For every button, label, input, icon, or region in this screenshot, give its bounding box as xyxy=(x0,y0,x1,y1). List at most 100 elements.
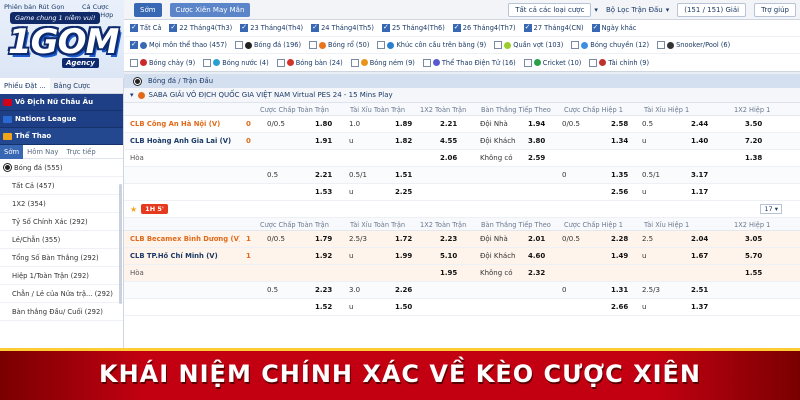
sidebar-item-total-goals[interactable]: Tổng Số Bàn Thắng (292) xyxy=(0,249,123,267)
odds-value[interactable]: 1.95 xyxy=(440,269,457,277)
bet-type-select[interactable]: Tất cả các loại cược ▾ xyxy=(504,2,602,17)
checkbox[interactable] xyxy=(523,58,532,67)
odds-value[interactable]: 1.35 xyxy=(611,171,628,179)
odds-value[interactable]: 5.70 xyxy=(745,252,762,260)
odds-value[interactable]: 1.49 xyxy=(611,252,628,260)
date-filter-7[interactable]: Ngày khác xyxy=(591,23,636,32)
sport-filter-1[interactable]: Bóng đá (196) xyxy=(234,41,301,49)
date-filter-1[interactable]: 22 Tháng4(Th3) xyxy=(169,23,232,32)
date-filter-0[interactable]: Tất Cả xyxy=(130,23,161,32)
odds-value[interactable]: 3.17 xyxy=(691,171,708,179)
sport-filter-6[interactable]: Tài chính (9) xyxy=(589,58,649,67)
short-version-link[interactable]: Phiên bản Rút Gọn xyxy=(4,3,64,11)
league-pager[interactable]: (151 / 151) Giải xyxy=(673,2,750,17)
sidebar-section-nations-league[interactable]: Nations League xyxy=(0,111,123,128)
sport-filter-4[interactable]: Quần vợt (103) xyxy=(494,41,563,49)
odds-value[interactable]: 1.82 xyxy=(395,137,412,145)
sidebar-item-all[interactable]: Tất Cả (457) xyxy=(0,177,123,195)
tab-bet-board[interactable]: Bảng Cược xyxy=(50,82,95,90)
match-filter-label[interactable]: Bộ Lọc Trận Đấu xyxy=(606,6,663,14)
odds-value[interactable]: 2.58 xyxy=(611,120,628,128)
odds-value[interactable]: 1.40 xyxy=(691,137,708,145)
sidebar-item-half-odd-even[interactable]: Chẵn / Lẻ của Nửa trậ... (292) xyxy=(0,285,123,303)
checkbox[interactable] xyxy=(377,41,386,49)
tab-som[interactable]: Sớm xyxy=(130,2,166,17)
odds-value[interactable]: 2.25 xyxy=(395,188,412,196)
odds-value[interactable]: 1.53 xyxy=(315,188,332,196)
sidebar-item-first-last-goal[interactable]: Bàn thắng Đầu/ Cuối (292) xyxy=(0,303,123,321)
odds-value[interactable]: 4.60 xyxy=(528,252,545,260)
sport-filter-3[interactable]: Bóng ném (9) xyxy=(350,58,415,67)
odds-value[interactable]: 2.26 xyxy=(395,286,412,294)
checkbox[interactable] xyxy=(591,23,600,32)
brand-logo[interactable]: Phiên bản Rút Gọn Cá Cược Tổng Hợp Game … xyxy=(0,0,124,78)
odds-value[interactable]: 2.21 xyxy=(315,171,332,179)
odds-value[interactable]: 2.32 xyxy=(528,269,545,277)
odds-value[interactable]: 3.50 xyxy=(745,120,762,128)
odds-value[interactable]: 1.17 xyxy=(691,188,708,196)
odds-value[interactable]: 4.55 xyxy=(440,137,457,145)
checkbox[interactable] xyxy=(657,41,666,49)
checkbox[interactable] xyxy=(523,23,532,32)
bet-type-select-label[interactable]: Tất cả các loại cược xyxy=(508,2,592,17)
subtab-early[interactable]: Sớm xyxy=(0,144,24,159)
odds-value[interactable]: 7.20 xyxy=(745,137,762,145)
date-filter-4[interactable]: 25 Tháng4(Th6) xyxy=(381,23,445,32)
odds-value[interactable]: 1.92 xyxy=(315,252,332,260)
odds-value[interactable]: 1.89 xyxy=(395,120,412,128)
odds-value[interactable]: 3.05 xyxy=(745,235,762,243)
checkbox[interactable] xyxy=(589,58,598,67)
odds-value[interactable]: 2.01 xyxy=(528,235,545,243)
odds-value[interactable]: 1.72 xyxy=(395,235,412,243)
league-pager-count[interactable]: (151 / 151) Giải xyxy=(677,2,747,17)
odds-value[interactable]: 1.37 xyxy=(691,303,708,311)
sport-filter-0[interactable]: Bóng chày (9) xyxy=(130,58,195,67)
date-filter-5[interactable]: 26 Tháng4(Th7) xyxy=(452,23,516,32)
sidebar-section-euro-women[interactable]: Vô Địch Nữ Châu Âu xyxy=(0,94,123,111)
tab-cuoc-xien-label[interactable]: Cược Xiên May Mắn xyxy=(169,2,251,17)
date-filter-3[interactable]: 24 Tháng4(Th5) xyxy=(311,23,374,32)
odds-value[interactable]: 2.28 xyxy=(611,235,628,243)
tab-som-label[interactable]: Sớm xyxy=(134,2,162,17)
checkbox[interactable] xyxy=(130,58,138,67)
checkbox[interactable] xyxy=(234,41,243,49)
sport-filter-1[interactable]: Bóng nước (4) xyxy=(203,58,269,67)
date-filter-2[interactable]: 23 Tháng4(Th4) xyxy=(240,23,303,32)
odds-value[interactable]: 1.55 xyxy=(745,269,762,277)
sidebar-item-correct-score[interactable]: Tỷ Số Chính Xác (292) xyxy=(0,213,123,231)
odds-value[interactable]: 2.56 xyxy=(611,188,628,196)
odds-value[interactable]: 2.44 xyxy=(691,120,708,128)
sidebar-item-ht-ft[interactable]: Hiệp 1/Toàn Trận (292) xyxy=(0,267,123,285)
checkbox[interactable] xyxy=(494,41,503,49)
checkbox[interactable] xyxy=(130,40,138,49)
sport-filter-5[interactable]: Bóng chuyền (12) xyxy=(571,41,649,49)
match-filter[interactable]: Bộ Lọc Trận Đấu ▾ xyxy=(602,6,673,14)
odds-value[interactable]: 1.51 xyxy=(395,171,412,179)
odds-value[interactable]: 2.23 xyxy=(315,286,332,294)
odds-value[interactable]: 2.51 xyxy=(691,286,708,294)
checkbox[interactable] xyxy=(311,23,320,32)
odds-value[interactable]: 2.66 xyxy=(611,303,628,311)
sidebar-item-1x2[interactable]: 1X2 (354) xyxy=(0,195,123,213)
odds-value[interactable]: 2.21 xyxy=(440,120,457,128)
odds-value[interactable]: 1.34 xyxy=(611,137,628,145)
sidebar-scrollbar[interactable] xyxy=(119,184,122,304)
sidebar-item-football[interactable]: Bóng đá (555) xyxy=(0,159,123,177)
sport-filter-6[interactable]: Snooker/Pool (6) xyxy=(657,41,730,49)
odds-value[interactable]: 1.31 xyxy=(611,286,628,294)
odds-value[interactable]: 1.79 xyxy=(315,235,332,243)
sport-filter-2[interactable]: Bóng bàn (24) xyxy=(276,58,343,67)
help-link-label[interactable]: Trợ giúp xyxy=(754,2,796,17)
odds-value[interactable]: 1.99 xyxy=(395,252,412,260)
checkbox[interactable] xyxy=(452,23,461,32)
odds-value[interactable]: 2.59 xyxy=(528,154,545,162)
league-header[interactable]: ▾ SABA GIẢI VÔ ĐỊCH QUỐC GIA VIỆT NAM Vir… xyxy=(124,88,800,103)
checkbox[interactable] xyxy=(276,58,285,67)
odds-value[interactable]: 1.38 xyxy=(745,154,762,162)
checkbox[interactable] xyxy=(203,58,212,67)
odds-value[interactable]: 2.23 xyxy=(440,235,457,243)
checkbox[interactable] xyxy=(240,23,249,32)
sidebar-item-odd-even[interactable]: Lẻ/Chẵn (355) xyxy=(0,231,123,249)
sport-filter-3[interactable]: Khúc côn cầu trên băng (9) xyxy=(377,41,486,49)
help-link[interactable]: Trợ giúp xyxy=(750,2,800,17)
